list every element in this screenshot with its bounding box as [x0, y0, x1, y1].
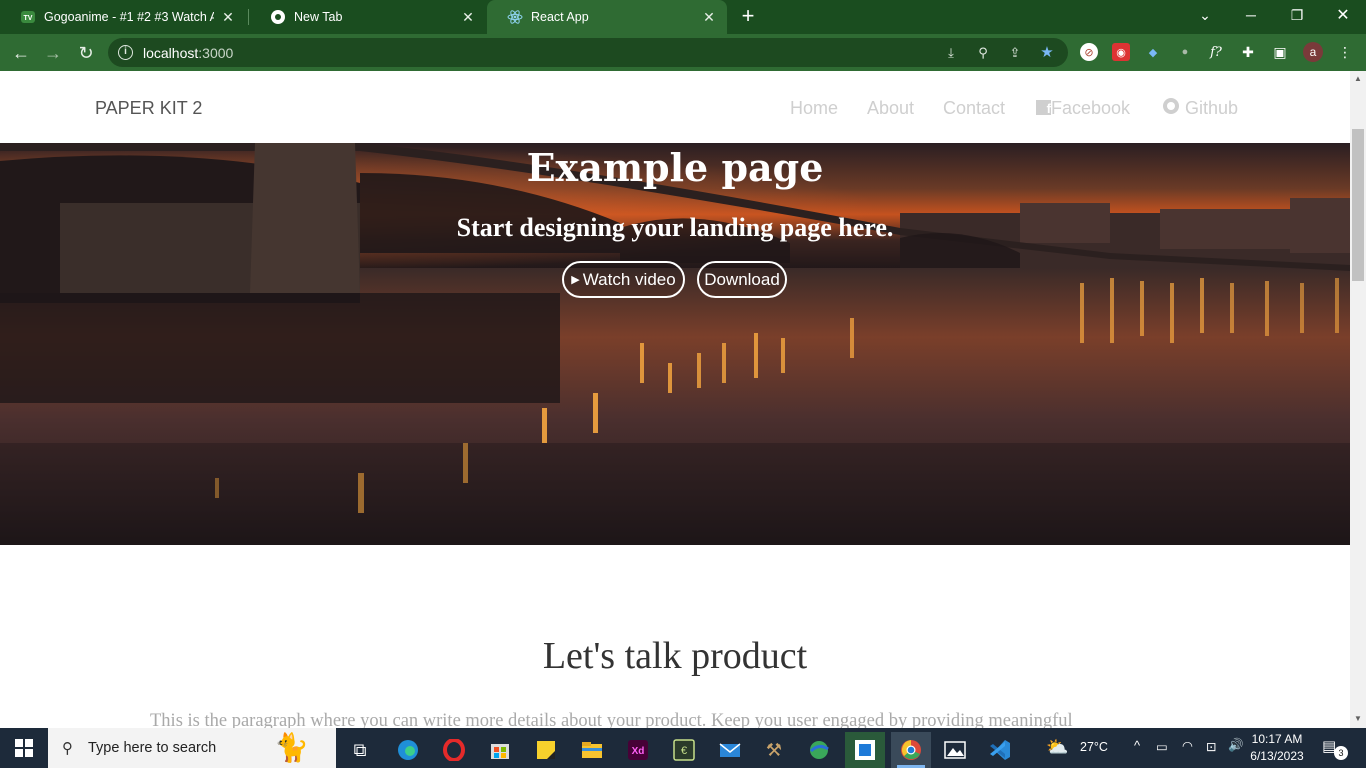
zoom-icon[interactable]: ⚲	[975, 45, 991, 61]
download-button[interactable]: Download	[697, 261, 787, 298]
edge-icon[interactable]	[388, 732, 428, 768]
globe-app-icon[interactable]	[799, 732, 839, 768]
back-button[interactable]: ←	[8, 40, 34, 66]
device-icon[interactable]: ⊡	[1206, 739, 1216, 754]
section-title: Let's talk product	[542, 635, 808, 677]
minimize-button[interactable]: ─	[1228, 0, 1274, 30]
tab-new-tab[interactable]: New Tab ✕	[250, 0, 486, 34]
taskbar-clock[interactable]: 10:17 AM 6/13/2023	[1245, 731, 1309, 765]
tab-search-icon[interactable]: ⌄	[1182, 0, 1228, 30]
nav-about[interactable]: About	[867, 98, 914, 119]
vscode-icon[interactable]	[980, 732, 1020, 768]
tool-app-icon[interactable]: ⚒	[754, 732, 794, 768]
nav-contact[interactable]: Contact	[943, 98, 1005, 119]
weather-temp[interactable]: 27°C	[1080, 740, 1108, 754]
profile-avatar[interactable]: a	[1303, 42, 1323, 62]
forward-button[interactable]: →	[40, 40, 66, 66]
nav-github[interactable]: Github	[1163, 98, 1238, 119]
tab-title: New Tab	[294, 10, 343, 24]
scroll-thumb[interactable]	[1352, 129, 1364, 281]
reload-button[interactable]: ↻	[73, 40, 99, 66]
extension-gray-icon[interactable]: ●	[1176, 43, 1194, 61]
sticky-notes-icon[interactable]	[526, 732, 566, 768]
wifi-icon[interactable]: ◠	[1182, 738, 1193, 753]
site-info-icon[interactable]: i	[118, 45, 133, 60]
site-navbar: PAPER KIT 2 Home About Contact fFacebook…	[0, 71, 1350, 143]
tab-title: React App	[531, 10, 589, 24]
weather-icon[interactable]: ⛅	[1046, 737, 1068, 758]
github-icon	[1163, 98, 1179, 114]
extension-red-icon[interactable]: ◉	[1112, 43, 1130, 61]
address-bar[interactable]: i localhost:3000 ⤓ ⚲ ⇪ ★	[108, 38, 1068, 67]
search-icon: ⚲	[62, 740, 73, 757]
nav-facebook[interactable]: fFacebook	[1036, 98, 1130, 119]
microsoft-store-icon[interactable]	[480, 732, 520, 768]
svg-text:€: €	[681, 745, 687, 757]
svg-text:TV: TV	[24, 15, 33, 22]
windows-logo-icon	[15, 739, 33, 757]
extension-dev-icon[interactable]: ◆	[1144, 43, 1162, 61]
cat-illustration-icon: 🐈	[274, 732, 309, 763]
extensions-puzzle-icon[interactable]: ✚	[1239, 43, 1257, 61]
facebook-icon: f	[1036, 100, 1051, 116]
adobe-xd-icon[interactable]: Xd	[618, 732, 658, 768]
start-button[interactable]	[0, 728, 48, 768]
app-e-icon[interactable]: €	[664, 732, 704, 768]
watch-video-button[interactable]: ▶ Watch video	[562, 261, 685, 298]
hero-background-image	[0, 143, 1350, 545]
close-tab-icon[interactable]: ✕	[701, 9, 717, 25]
close-tab-icon[interactable]: ✕	[460, 9, 476, 25]
mail-icon[interactable]	[710, 732, 750, 768]
tab-title: Gogoanime - #1 #2 #3 Watch An	[44, 10, 214, 24]
close-tab-icon[interactable]: ✕	[220, 9, 236, 25]
notification-center-icon[interactable]: ▤ 3	[1322, 737, 1348, 760]
tv-favicon-icon: TV	[20, 9, 36, 25]
install-app-icon[interactable]: ⤓	[943, 45, 959, 61]
tab-gogoanime[interactable]: TV Gogoanime - #1 #2 #3 Watch An ✕	[0, 0, 246, 34]
notification-badge: 3	[1334, 746, 1348, 760]
photos-icon[interactable]	[935, 732, 975, 768]
taskbar-search-box[interactable]: ⚲ Type here to search 🐈	[48, 728, 336, 768]
brand-logo[interactable]: PAPER KIT 2	[95, 98, 202, 119]
tab-strip: TV Gogoanime - #1 #2 #3 Watch An ✕ New T…	[0, 0, 1366, 34]
hero-title: Example page	[526, 145, 824, 190]
clock-time: 10:17 AM	[1251, 732, 1303, 746]
side-panel-icon[interactable]: ▣	[1271, 43, 1289, 61]
play-icon: ▶	[571, 274, 580, 286]
menu-kebab-icon[interactable]: ⋮	[1336, 43, 1354, 61]
extension-block-icon[interactable]: ⊘	[1080, 43, 1098, 61]
new-tab-button[interactable]: +	[736, 5, 760, 29]
search-placeholder: Type here to search	[88, 740, 217, 756]
clock-date: 6/13/2023	[1250, 749, 1304, 763]
file-explorer-icon[interactable]	[572, 732, 612, 768]
react-favicon-icon	[507, 9, 523, 25]
chrome-taskbar-icon[interactable]	[891, 732, 931, 768]
chrome-favicon-icon	[270, 9, 286, 25]
tab-react-app[interactable]: React App ✕	[487, 0, 727, 34]
tab-separator	[248, 9, 249, 25]
share-icon[interactable]: ⇪	[1007, 45, 1023, 61]
extension-function-icon[interactable]: f?	[1207, 43, 1225, 61]
page-viewport: PAPER KIT 2 Home About Contact fFacebook…	[0, 71, 1350, 728]
close-window-button[interactable]: ✕	[1320, 0, 1366, 30]
hero-subtitle: Start designing your landing page here.	[456, 213, 894, 242]
scroll-up-arrow-icon[interactable]: ▲	[1354, 75, 1362, 83]
windows-taskbar: ⚲ Type here to search 🐈 ⧉ Xd € ⚒ ⛅ 27°C …	[0, 728, 1366, 768]
section-description: This is the paragraph where you can writ…	[150, 711, 1073, 728]
hero-section: Example page Start designing your landin…	[0, 143, 1350, 545]
opera-icon[interactable]	[434, 732, 474, 768]
active-app-icon[interactable]	[845, 732, 885, 768]
scroll-down-arrow-icon[interactable]: ▼	[1354, 715, 1362, 723]
url-text: localhost:3000	[143, 45, 234, 61]
tray-overflow-chevron-icon[interactable]: ^	[1134, 738, 1140, 753]
page-scrollbar[interactable]: ▲ ▼	[1350, 71, 1366, 728]
svg-text:Xd: Xd	[632, 746, 645, 757]
bookmark-star-icon[interactable]: ★	[1039, 45, 1055, 61]
battery-icon[interactable]: ▭	[1156, 739, 1168, 754]
volume-icon[interactable]: 🔊	[1228, 738, 1244, 753]
restore-button[interactable]: ❐	[1274, 0, 1320, 30]
task-view-icon[interactable]: ⧉	[340, 732, 380, 768]
nav-home[interactable]: Home	[790, 98, 838, 119]
